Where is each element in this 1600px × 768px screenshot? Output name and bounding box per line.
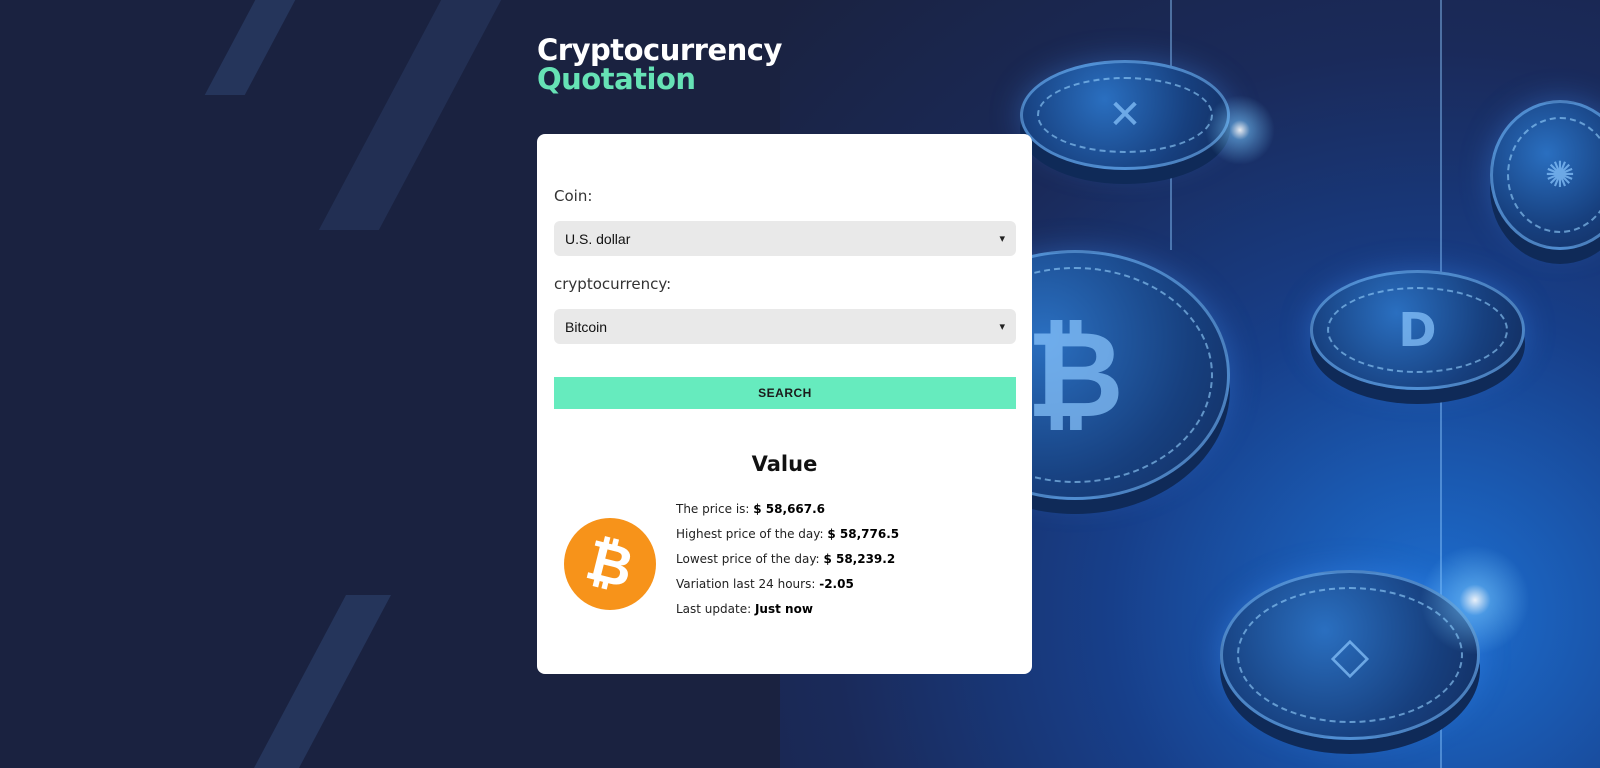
price-value: $ 58,667.6 bbox=[753, 502, 826, 516]
lowest-price-value: $ 58,239.2 bbox=[823, 552, 896, 566]
light-glow bbox=[1420, 545, 1530, 655]
decor-stripe bbox=[254, 595, 391, 768]
quotation-card: Coin: U.S. dollar ▾ cryptocurrency: Bitc… bbox=[537, 134, 1032, 674]
decor-stripe bbox=[204, 0, 296, 95]
value-title: Value bbox=[751, 452, 818, 476]
price-row: The price is: $ 58,667.6 bbox=[676, 502, 825, 516]
last-update-row: Last update: Just now bbox=[676, 602, 813, 616]
bitcoin-icon: ₿ bbox=[564, 518, 656, 610]
search-button[interactable]: SEARCH bbox=[554, 377, 1016, 409]
last-update-label: Last update: bbox=[676, 602, 752, 616]
highest-price-value: $ 58,776.5 bbox=[827, 527, 900, 541]
chevron-down-icon: ▾ bbox=[999, 233, 1005, 245]
lowest-price-label: Lowest price of the day: bbox=[676, 552, 820, 566]
last-update-value: Just now bbox=[754, 602, 813, 616]
title-line-2: Quotation bbox=[537, 62, 696, 96]
ripple-coin-icon: ✕ bbox=[1020, 60, 1230, 170]
dash-coin-icon: D bbox=[1310, 270, 1525, 390]
variation-label: Variation last 24 hours: bbox=[676, 577, 816, 591]
cryptocurrency-select-value: Bitcoin bbox=[565, 318, 608, 335]
coin-label: Coin: bbox=[554, 187, 593, 205]
variation-row: Variation last 24 hours: -2.05 bbox=[676, 577, 854, 591]
cryptocurrency-select[interactable]: Bitcoin ▾ bbox=[554, 309, 1016, 344]
highest-price-row: Highest price of the day: $ 58,776.5 bbox=[676, 527, 899, 541]
variation-value: -2.05 bbox=[819, 577, 854, 591]
cryptocurrency-label: cryptocurrency: bbox=[554, 275, 672, 293]
page-header: Cryptocurrency Quotation bbox=[537, 36, 782, 94]
decor-stripe bbox=[318, 0, 502, 230]
lowest-price-row: Lowest price of the day: $ 58,239.2 bbox=[676, 552, 895, 566]
chevron-down-icon: ▾ bbox=[999, 321, 1005, 333]
price-label: The price is: bbox=[676, 502, 750, 516]
coin-select-value: U.S. dollar bbox=[565, 230, 631, 247]
title-line-1: Cryptocurrency bbox=[537, 33, 782, 67]
light-glow bbox=[1205, 95, 1275, 165]
highest-price-label: Highest price of the day: bbox=[676, 527, 824, 541]
coin-select[interactable]: U.S. dollar ▾ bbox=[554, 221, 1016, 256]
cardano-coin-icon: ✺ bbox=[1490, 100, 1600, 250]
